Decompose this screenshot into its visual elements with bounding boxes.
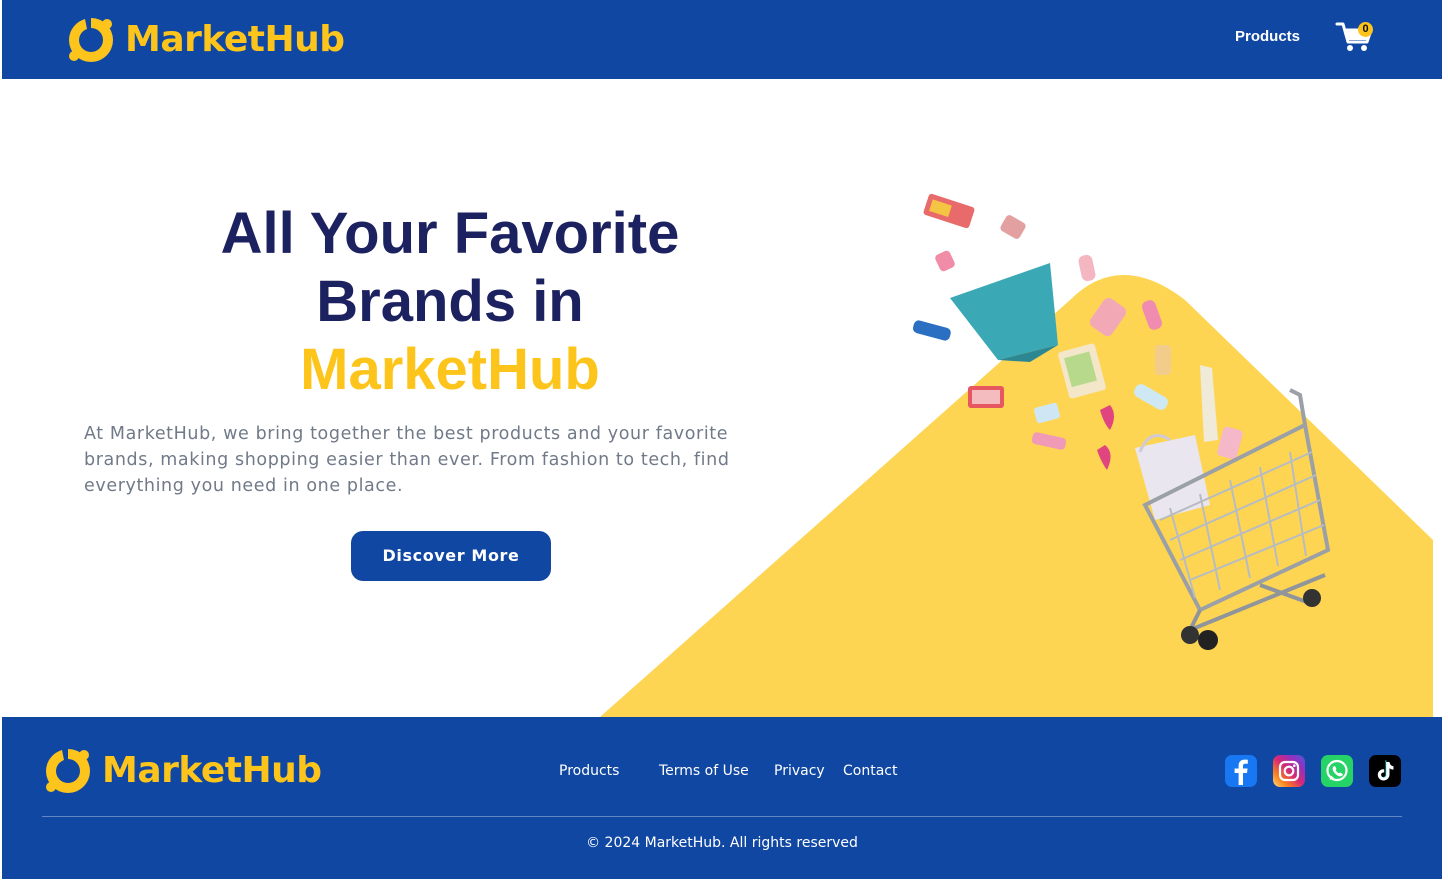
page: MarketHub Products 0 All Your Favorite B… (0, 0, 1448, 883)
site-header: MarketHub Products 0 (2, 0, 1442, 79)
facebook-icon[interactable] (1225, 755, 1257, 787)
nav-products-link[interactable]: Products (1235, 28, 1300, 45)
discover-more-button[interactable]: Discover More (351, 531, 551, 581)
footer-copyright: © 2024 MarketHub. All rights reserved (586, 835, 858, 851)
logo-mark-icon (69, 18, 113, 62)
whatsapp-icon[interactable] (1321, 755, 1353, 787)
header-logo-text: MarketHub (125, 19, 345, 60)
site-footer: MarketHub Products Terms of Use Privacy … (2, 717, 1442, 879)
footer-link-products[interactable]: Products (559, 763, 619, 779)
cart-count-badge: 0 (1358, 22, 1373, 37)
footer-link-privacy[interactable]: Privacy (774, 763, 825, 779)
hero-illustration (600, 193, 1433, 717)
tiktok-icon[interactable] (1369, 755, 1401, 787)
footer-link-contact[interactable]: Contact (843, 763, 897, 779)
footer-link-terms[interactable]: Terms of Use (659, 763, 749, 779)
footer-divider (42, 816, 1402, 817)
header-logo[interactable]: MarketHub (65, 14, 345, 66)
instagram-icon[interactable] (1273, 755, 1305, 787)
